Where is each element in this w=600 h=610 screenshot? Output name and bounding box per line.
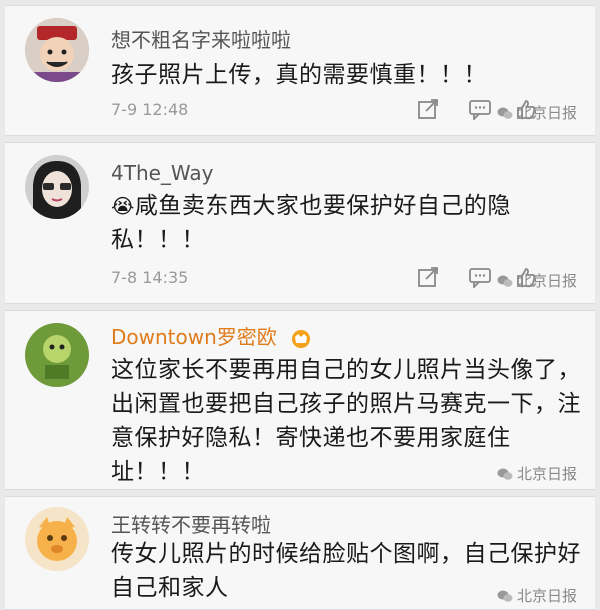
wechat-icon [497, 107, 513, 119]
comment-card: 4The_Way 😭咸鱼卖东西大家也要保护好自己的隐私！！！ 7-8 14:35… [5, 142, 595, 304]
wechat-icon [497, 275, 513, 287]
comment-card: Downtown罗密欧 这位家长不要再用自己的女儿照片当头像了，出闲置也要把自己… [5, 310, 595, 490]
share-icon[interactable] [417, 266, 439, 288]
comment-card: 王转转不要再转啦 传女儿照片的时候给脸贴个图啊，自己保护好自己和家人 北京日报 [5, 496, 595, 610]
watermark-text: 北京日报 [516, 465, 577, 483]
username[interactable]: 王转转不要再转啦 [111, 509, 271, 538]
avatar[interactable] [25, 18, 89, 82]
watermark: 北京日报 [497, 585, 577, 606]
comment-card: 想不粗名字来啦啦啦 孩子照片上传，真的需要慎重！！！ 7-9 12:48 北京日… [5, 5, 595, 136]
avatar[interactable] [25, 323, 89, 387]
comment-icon[interactable] [468, 98, 492, 120]
wechat-icon [497, 468, 513, 480]
timestamp: 7-8 14:35 [111, 268, 189, 287]
comment-text: 孩子照片上传，真的需要慎重！！！ [111, 62, 487, 88]
share-icon[interactable] [417, 98, 439, 120]
comment-icon[interactable] [468, 266, 492, 288]
timestamp: 7-9 12:48 [111, 100, 189, 119]
vip-badge-icon [292, 329, 311, 348]
watermark: 北京日报 [497, 463, 577, 484]
username[interactable]: 4The_Way [111, 161, 214, 185]
username[interactable]: 想不粗名字来啦啦啦 [111, 24, 291, 53]
username[interactable]: Downtown罗密欧 [111, 321, 313, 350]
crying-emoji-icon: 😭 [111, 194, 135, 218]
comment-text: 😭咸鱼卖东西大家也要保护好自己的隐私！！！ [111, 193, 511, 253]
avatar[interactable] [25, 507, 89, 571]
wechat-icon [497, 590, 513, 602]
watermark: 北京日报 [497, 270, 577, 291]
watermark: 北京日报 [497, 102, 577, 123]
avatar[interactable] [25, 155, 89, 219]
watermark-text: 北京日报 [516, 272, 577, 290]
watermark-text: 北京日报 [516, 104, 577, 122]
watermark-text: 北京日报 [516, 587, 577, 605]
